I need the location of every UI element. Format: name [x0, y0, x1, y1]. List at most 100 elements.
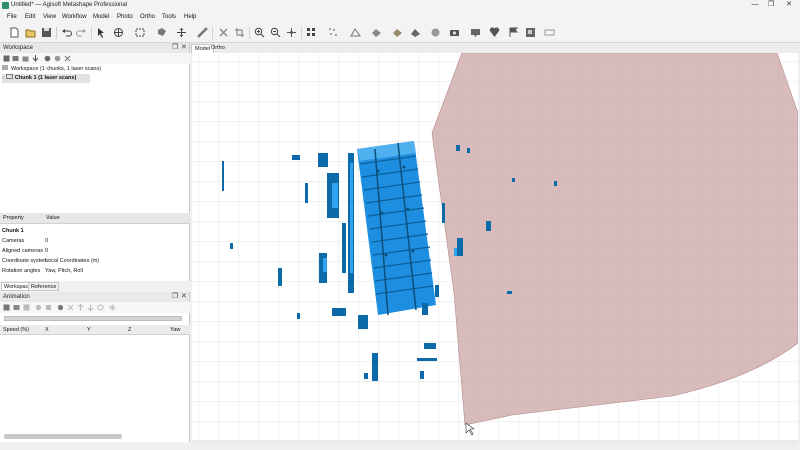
tab-ortho[interactable]: Ortho: [208, 44, 228, 53]
menu-tools[interactable]: Tools: [162, 14, 176, 20]
add-photos-icon[interactable]: [12, 55, 19, 62]
properties-header: Property Value: [0, 213, 190, 224]
lasso-select-icon[interactable]: [156, 27, 167, 38]
column-z: Z: [128, 327, 132, 333]
point-cloud-view[interactable]: [192, 53, 798, 440]
move-down-icon[interactable]: [87, 304, 94, 311]
redo-icon[interactable]: [76, 27, 87, 38]
dem-icon[interactable]: [430, 27, 441, 38]
new-icon[interactable]: [9, 27, 20, 38]
add-folder-icon[interactable]: [22, 55, 29, 62]
remove-keyframe-icon[interactable]: [67, 304, 74, 311]
rectangle-select-icon[interactable]: [135, 27, 146, 38]
column-value: Value: [46, 215, 60, 221]
status-bar: [0, 446, 800, 450]
menu-ortho[interactable]: Ortho: [140, 14, 155, 20]
ruler-icon[interactable]: [197, 27, 208, 38]
tree-label: Workspace (1 chunks, 1 laser scans): [11, 66, 102, 72]
menu-model[interactable]: Model: [93, 14, 109, 20]
view-tab-bar: Model Ortho: [190, 43, 800, 53]
close-panel-icon[interactable]: ✕: [181, 44, 187, 52]
app-icon: [2, 2, 9, 9]
region-icon[interactable]: [544, 27, 555, 38]
tree-chunk-1[interactable]: › Chunk 1 (1 laser scans): [2, 74, 90, 83]
loop-icon[interactable]: [97, 304, 104, 311]
menu-workflow[interactable]: Workflow: [62, 14, 87, 20]
property-name: Coordinate system: [2, 258, 48, 264]
mesh-icon[interactable]: [350, 27, 361, 38]
delete-selection-icon[interactable]: [218, 27, 229, 38]
navigate-icon[interactable]: [113, 27, 124, 38]
textured-icon[interactable]: [392, 27, 403, 38]
play-icon[interactable]: [35, 304, 42, 311]
pause-icon[interactable]: [45, 304, 52, 311]
tiled-model-icon[interactable]: [410, 27, 421, 38]
remove-icon[interactable]: [64, 55, 71, 62]
toolbar-separator: [56, 27, 57, 39]
float-panel-icon[interactable]: ❐: [172, 293, 178, 301]
save-icon[interactable]: [41, 27, 52, 38]
record-icon[interactable]: [57, 304, 64, 311]
menu-file[interactable]: File: [7, 14, 17, 20]
import-icon[interactable]: [32, 55, 39, 62]
section-label: Chunk 1: [2, 228, 24, 234]
toolbar-separator: [249, 27, 250, 39]
open-track-icon[interactable]: [13, 304, 20, 311]
bounding-region[interactable]: [431, 53, 798, 426]
tree-label: Chunk 1 (1 laser scans): [14, 75, 77, 81]
float-panel-icon[interactable]: ❐: [172, 44, 178, 52]
model-viewport[interactable]: [192, 53, 798, 440]
undo-icon[interactable]: [61, 27, 72, 38]
tree-workspace-root[interactable]: Workspace (1 chunks, 1 laser scans): [2, 65, 101, 74]
column-property: Property: [3, 215, 24, 221]
disable-icon[interactable]: [54, 55, 61, 62]
column-speed: Speed (%): [3, 327, 29, 333]
menu-photo[interactable]: Photo: [117, 14, 133, 20]
settings-icon[interactable]: [109, 304, 116, 311]
close-button[interactable]: ✕: [780, 0, 798, 11]
move-up-icon[interactable]: [77, 304, 84, 311]
select-icon[interactable]: [96, 27, 107, 38]
animation-toolbar: [0, 302, 190, 313]
image-icon[interactable]: [525, 27, 536, 38]
properties-panel: Property Value Chunk 1 Cameras 0 Aligned …: [0, 213, 190, 281]
close-panel-icon[interactable]: ✕: [181, 293, 187, 301]
move-region-icon[interactable]: [286, 27, 297, 38]
window-title: Untitled* — Agisoft Metashape Profession…: [11, 2, 128, 8]
points-icon[interactable]: [328, 27, 339, 38]
workspace-root-icon: [2, 65, 8, 70]
move-object-icon[interactable]: [176, 27, 187, 38]
show-cameras-icon[interactable]: [470, 27, 481, 38]
tab-reference[interactable]: Reference: [28, 282, 60, 291]
save-track-icon[interactable]: [23, 304, 30, 311]
property-name: Rotation angles: [2, 268, 41, 274]
property-name: Aligned cameras: [2, 248, 43, 254]
maximize-button[interactable]: ❐: [762, 0, 780, 11]
horizontal-scrollbar[interactable]: [4, 434, 122, 439]
zoom-out-icon[interactable]: [270, 27, 281, 38]
toolbar-separator: [91, 27, 92, 39]
enable-icon[interactable]: [44, 55, 51, 62]
new-track-icon[interactable]: [3, 304, 10, 311]
menu-edit[interactable]: Edit: [25, 14, 35, 20]
chunk-icon: [5, 74, 13, 79]
menu-bar: File Edit View Workflow Model Photo Orth…: [0, 11, 800, 23]
flags-icon[interactable]: [508, 27, 519, 38]
workspace-panel: Workspace ❐ ✕ Workspace (1 chunks, 1 las…: [0, 43, 190, 213]
crop-icon[interactable]: [234, 27, 245, 38]
timeline-slider[interactable]: [4, 316, 182, 321]
toolbar-separator: [301, 27, 302, 39]
menu-help[interactable]: Help: [184, 14, 196, 20]
markers-icon[interactable]: [489, 27, 500, 38]
dense-cloud-icon[interactable]: [306, 27, 317, 38]
shaded-icon[interactable]: [371, 27, 382, 38]
expand-arrow-icon[interactable]: ›: [2, 75, 4, 81]
camera-icon[interactable]: [449, 27, 460, 38]
panel-tab-bar: Workspace Reference: [0, 281, 190, 292]
open-icon[interactable]: [25, 27, 36, 38]
animation-header: Animation: [0, 292, 189, 302]
add-chunk-icon[interactable]: [3, 55, 10, 62]
menu-view[interactable]: View: [43, 14, 56, 20]
main-toolbar: [0, 23, 800, 43]
zoom-in-icon[interactable]: [254, 27, 265, 38]
